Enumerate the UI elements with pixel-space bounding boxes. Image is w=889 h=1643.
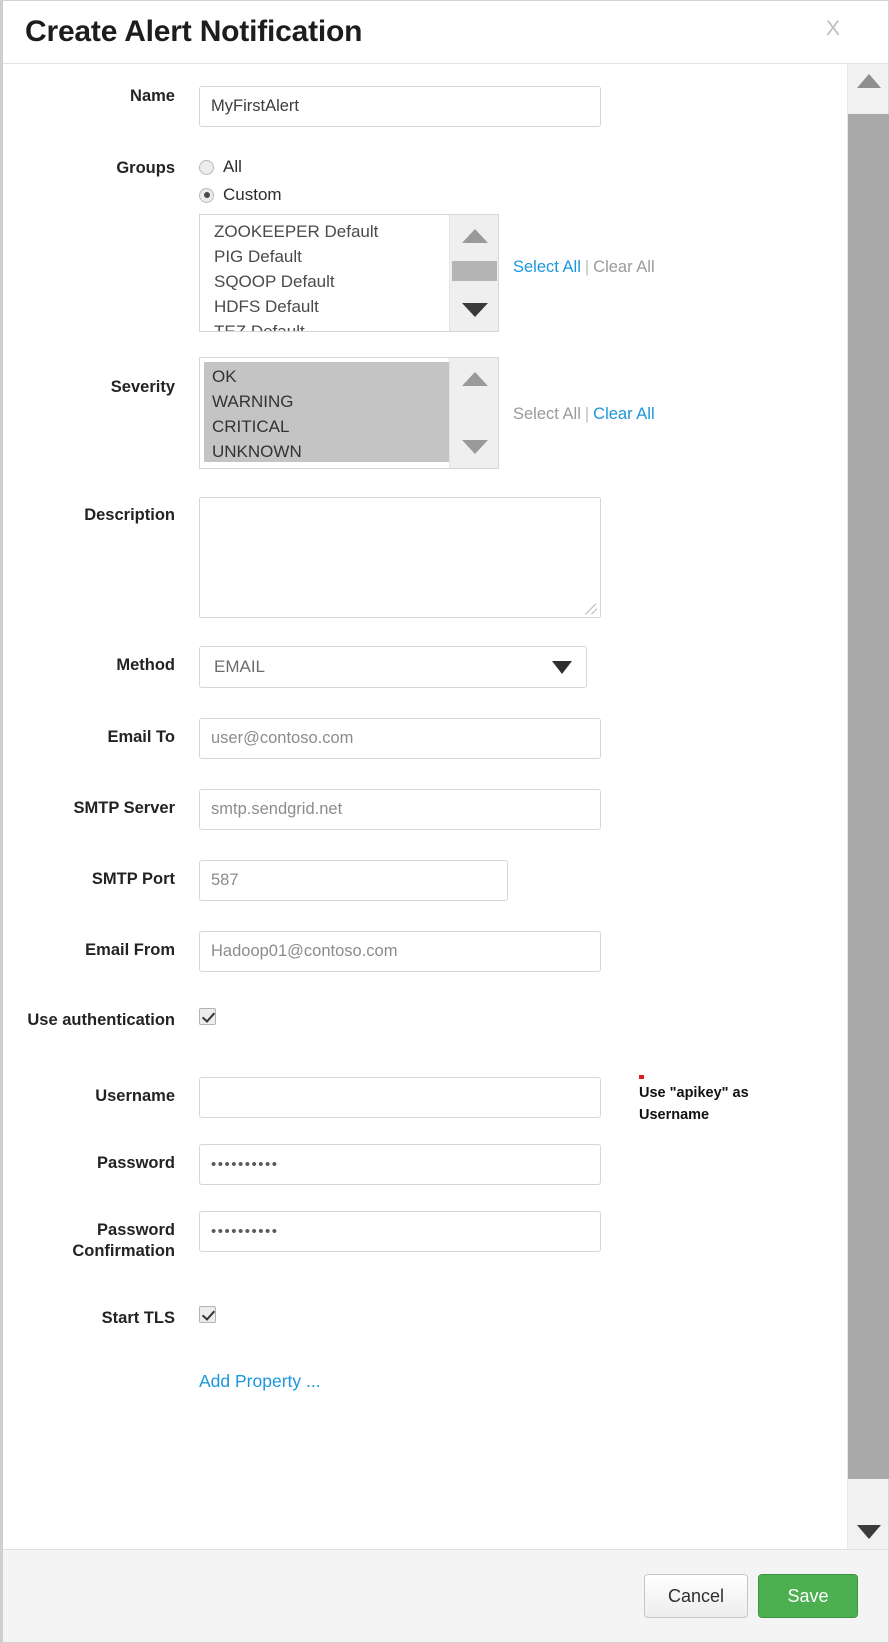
smtp-server-label: SMTP Server	[3, 789, 199, 819]
smtp-server-input[interactable]: smtp.sendgrid.net	[199, 789, 601, 830]
name-label: Name	[3, 86, 199, 107]
severity-list-items: OK WARNING CRITICAL UNKNOWN	[204, 362, 449, 462]
start-tls-label: Start TLS	[3, 1306, 199, 1329]
scroll-down-icon[interactable]	[450, 428, 499, 466]
severity-clear-all-link[interactable]: Clear All	[593, 405, 654, 423]
password-label: Password	[3, 1144, 199, 1174]
field-row-severity: Severity OK WARNING CRITICAL UNKNOWN	[3, 357, 847, 469]
method-label: Method	[3, 646, 199, 676]
severity-select-all-link[interactable]: Select All	[513, 405, 581, 423]
radio-all-icon[interactable]	[199, 160, 214, 175]
field-row-groups: Groups All Custom ZOOKEEPER Default	[3, 154, 847, 332]
smtp-port-label: SMTP Port	[3, 860, 199, 890]
field-row-use-authentication: Use authentication	[3, 1008, 847, 1031]
list-item[interactable]: SQOOP Default	[204, 269, 449, 294]
field-row-smtp-port: SMTP Port 587	[3, 860, 847, 901]
method-select[interactable]: EMAIL	[199, 646, 587, 688]
use-authentication-checkbox[interactable]	[199, 1008, 216, 1025]
scroll-thumb[interactable]	[452, 261, 497, 281]
list-item[interactable]: TEZ Default	[204, 319, 449, 331]
smtp-port-input[interactable]: 587	[199, 860, 508, 901]
email-to-input[interactable]: user@contoso.com	[199, 718, 601, 759]
severity-link-separator: |	[585, 405, 589, 423]
groups-link-separator: |	[585, 258, 589, 276]
list-item[interactable]: PIG Default	[204, 244, 449, 269]
groups-select-links: Select All|Clear All	[513, 214, 655, 277]
method-select-value: EMAIL	[214, 657, 265, 677]
list-item[interactable]: OK	[212, 364, 449, 389]
list-item[interactable]: CRITICAL	[212, 414, 449, 439]
groups-list-scrollbar[interactable]	[449, 215, 498, 331]
chevron-down-icon	[552, 661, 572, 674]
field-row-start-tls: Start TLS	[3, 1306, 847, 1329]
field-row-username: Username Use "apikey" as Username	[3, 1077, 847, 1118]
close-icon[interactable]: X	[826, 18, 840, 39]
field-row-smtp-server: SMTP Server smtp.sendgrid.net	[3, 789, 847, 830]
password-confirmation-label: Password Confirmation	[3, 1211, 199, 1262]
dialog-title: Create Alert Notification	[25, 15, 362, 49]
scrollbar-up-icon[interactable]	[848, 64, 889, 98]
name-input[interactable]: MyFirstAlert	[199, 86, 601, 127]
field-row-email-from: Email From Hadoop01@contoso.com	[3, 931, 847, 972]
radio-custom-icon[interactable]	[199, 188, 214, 203]
groups-label: Groups	[3, 154, 199, 179]
annotation-marker-icon	[639, 1075, 644, 1079]
description-textarea[interactable]	[199, 497, 601, 618]
dialog-body-wrap: Name MyFirstAlert Groups All Custom	[3, 64, 888, 1549]
password-input[interactable]: ••••••••••	[199, 1144, 601, 1185]
create-alert-notification-dialog: Create Alert Notification X Name MyFirst…	[0, 0, 889, 1643]
field-row-method: Method EMAIL	[3, 646, 847, 688]
add-property-link[interactable]: Add Property ...	[199, 1371, 321, 1391]
groups-clear-all-link[interactable]: Clear All	[593, 258, 654, 276]
username-input[interactable]	[199, 1077, 601, 1118]
email-to-label: Email To	[3, 718, 199, 748]
email-from-label: Email From	[3, 931, 199, 961]
scroll-up-icon[interactable]	[450, 360, 499, 398]
list-item[interactable]: WARNING	[212, 389, 449, 414]
radio-custom-label: Custom	[223, 185, 282, 205]
groups-list-items: ZOOKEEPER Default PIG Default SQOOP Defa…	[200, 215, 449, 331]
resize-handle-icon[interactable]	[585, 602, 598, 615]
scrollbar-thumb[interactable]	[848, 114, 889, 1479]
password-confirmation-input[interactable]: ••••••••••	[199, 1211, 601, 1252]
scroll-up-icon[interactable]	[450, 217, 499, 255]
list-item[interactable]: HDFS Default	[204, 294, 449, 319]
severity-list-scrollbar[interactable]	[449, 358, 498, 468]
field-row-add-property: Add Property ...	[3, 1371, 847, 1392]
dialog-header: Create Alert Notification X	[3, 1, 888, 64]
scrollbar-down-icon[interactable]	[848, 1515, 889, 1549]
groups-radio-all[interactable]: All	[199, 154, 847, 180]
field-row-name: Name MyFirstAlert	[3, 86, 847, 127]
use-authentication-label: Use authentication	[3, 1008, 199, 1031]
severity-label: Severity	[3, 357, 199, 398]
dialog-body: Name MyFirstAlert Groups All Custom	[3, 64, 847, 1549]
field-row-password-confirmation: Password Confirmation ••••••••••	[3, 1211, 847, 1262]
severity-select-links: Select All|Clear All	[513, 357, 655, 424]
dialog-footer: Cancel Save	[3, 1549, 888, 1642]
groups-listbox[interactable]: ZOOKEEPER Default PIG Default SQOOP Defa…	[199, 214, 499, 332]
groups-select-all-link[interactable]: Select All	[513, 258, 581, 276]
field-row-email-to: Email To user@contoso.com	[3, 718, 847, 759]
radio-all-label: All	[223, 157, 242, 177]
field-row-password: Password ••••••••••	[3, 1144, 847, 1185]
severity-listbox-row: OK WARNING CRITICAL UNKNOWN Selec	[199, 357, 847, 469]
username-annotation: Use "apikey" as Username	[639, 1083, 819, 1127]
save-button[interactable]: Save	[758, 1574, 858, 1618]
email-from-input[interactable]: Hadoop01@contoso.com	[199, 931, 601, 972]
severity-listbox[interactable]: OK WARNING CRITICAL UNKNOWN	[199, 357, 499, 469]
scroll-down-icon[interactable]	[450, 291, 499, 329]
cancel-button[interactable]: Cancel	[644, 1574, 748, 1618]
description-label: Description	[3, 497, 199, 526]
dialog-scrollbar[interactable]	[847, 64, 888, 1549]
field-row-description: Description	[3, 497, 847, 618]
start-tls-checkbox[interactable]	[199, 1306, 216, 1323]
list-item[interactable]: ZOOKEEPER Default	[204, 219, 449, 244]
groups-radio-custom[interactable]: Custom	[199, 182, 847, 208]
groups-listbox-row: ZOOKEEPER Default PIG Default SQOOP Defa…	[199, 214, 847, 332]
list-item[interactable]: UNKNOWN	[212, 439, 449, 462]
username-label: Username	[3, 1077, 199, 1107]
